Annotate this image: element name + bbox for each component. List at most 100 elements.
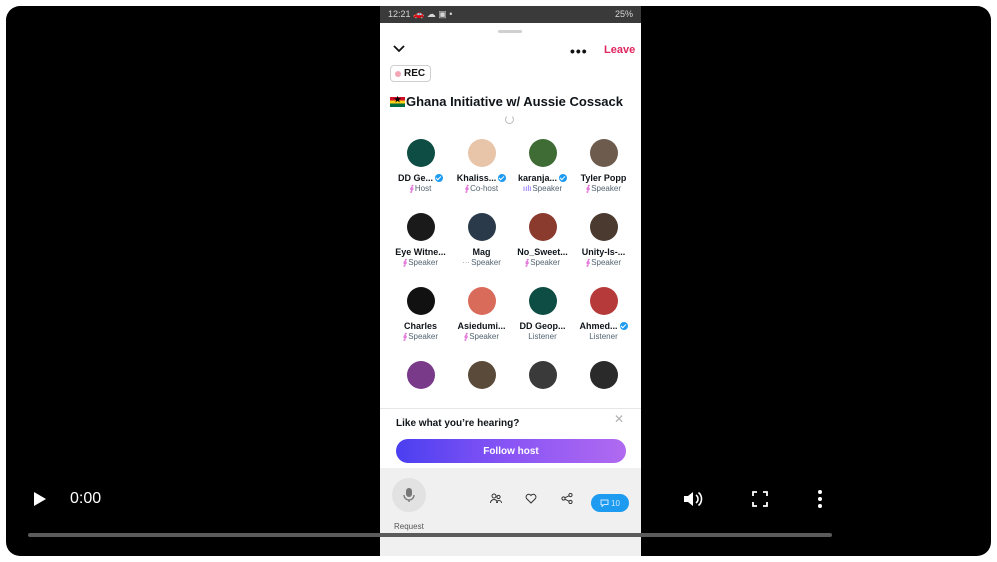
avatar — [589, 361, 618, 389]
rec-label: REC — [404, 68, 426, 79]
participant-role-text: Co-host — [470, 184, 499, 193]
follow-prompt-text: Like what you’re hearing? — [396, 418, 520, 429]
avatar — [528, 361, 557, 389]
participant-role: ∮Host — [390, 184, 451, 193]
verified-badge-icon — [619, 322, 628, 330]
avatar — [589, 213, 618, 241]
participant-role: ∮Speaker — [512, 258, 573, 267]
participant-name: Asiedumi... — [451, 321, 512, 331]
participant-item[interactable]: DD Geop... Listener — [512, 287, 573, 341]
participant-name: DD Ge... — [390, 173, 451, 183]
avatar — [467, 139, 496, 167]
speaking-mic-icon: ∮ — [409, 184, 414, 193]
speaking-mic-icon: ∮ — [403, 258, 408, 267]
participant-name-text: Eye Witne... — [395, 247, 446, 257]
space-title: Ghana Initiative w/ Aussie Cossack — [390, 94, 623, 109]
participant-role: Listener — [512, 332, 573, 341]
battery-percent: 25% — [614, 9, 633, 19]
participant-name-text: Asiedumi... — [457, 321, 506, 331]
participant-role-text: Speaker — [408, 258, 438, 267]
participant-role: ∮Speaker — [390, 332, 451, 341]
participant-role: ∮Speaker — [573, 258, 634, 267]
time-display: 0:00 — [70, 490, 102, 507]
participant-role: Listener — [573, 332, 634, 341]
avatar — [528, 287, 557, 315]
participant-name: Eye Witne... — [390, 247, 451, 257]
speaking-mic-icon: ∮ — [586, 258, 591, 267]
space-title-text: Ghana Initiative w/ Aussie Cossack — [406, 94, 623, 109]
leave-button[interactable]: Leave — [604, 44, 635, 56]
participant-name-text: Tyler Popp — [580, 173, 627, 183]
avatar — [528, 139, 557, 167]
participant-item[interactable]: DD Ge... ∮Host — [390, 139, 451, 193]
speaking-mic-icon: ∮ — [586, 184, 591, 193]
follow-host-button[interactable]: Follow host — [396, 439, 626, 463]
avatar — [406, 287, 435, 315]
participant-name-text: DD Geop... — [519, 321, 566, 331]
chevron-down-icon[interactable] — [392, 42, 406, 56]
sheet-grabber[interactable] — [498, 30, 522, 33]
participant-role: ∮Co-host — [451, 184, 512, 193]
avatar — [467, 287, 496, 315]
participant-item[interactable]: No_Sweet... ∮Speaker — [512, 213, 573, 267]
rec-dot-icon — [395, 70, 401, 77]
participant-role-text: Speaker — [530, 258, 560, 267]
avatar — [467, 213, 496, 241]
video-player[interactable]: 12:21 🚗 ☁ ▣ • 25% ••• Leave REC Ghana In… — [6, 6, 991, 556]
more-vertical-icon[interactable] — [816, 488, 824, 510]
participant-role-text: Speaker — [591, 184, 621, 193]
avatar — [406, 139, 435, 167]
participant-item[interactable]: karanja... ıılıSpeaker — [512, 139, 573, 193]
participant-role-text: Speaker — [408, 332, 438, 341]
participant-name: No_Sweet... — [512, 247, 573, 257]
participant-name-text: DD Ge... — [397, 173, 433, 183]
status-bar: 12:21 🚗 ☁ ▣ • 25% — [380, 6, 641, 23]
speaking-mic-icon: ∮ — [525, 258, 530, 267]
avatar — [406, 213, 435, 241]
participant-role: ∮Speaker — [573, 184, 634, 193]
participant-name: karanja... — [512, 173, 573, 183]
avatar — [589, 287, 618, 315]
speaking-mic-icon: ∮ — [403, 332, 408, 341]
participant-role-text: Speaker — [469, 332, 499, 341]
player-controls: 0:00 — [6, 484, 991, 524]
participant-item[interactable]: Ahmed... Listener — [573, 287, 634, 341]
participant-name: Tyler Popp — [573, 173, 634, 183]
participant-name: Khaliss... — [451, 173, 512, 183]
participant-name-text: No_Sweet... — [517, 247, 568, 257]
play-icon[interactable] — [34, 492, 46, 506]
close-icon[interactable]: ✕ — [614, 412, 624, 426]
participant-name-text: Unity-Is-... — [581, 247, 626, 257]
participant-name: Mag — [451, 247, 512, 257]
participant-name-text: Khaliss... — [456, 173, 497, 183]
participant-item[interactable]: Mag ···Speaker — [451, 213, 512, 267]
participant-name: Unity-Is-... — [573, 247, 634, 257]
participant-role-text: Host — [414, 184, 432, 193]
fullscreen-icon[interactable] — [751, 490, 769, 508]
participant-role-text: Listener — [589, 332, 618, 341]
speaking-mic-icon: ∮ — [464, 332, 469, 341]
participant-name-text: karanja... — [517, 173, 558, 183]
dots-icon: ··· — [462, 258, 471, 267]
participant-role-text: Speaker — [591, 258, 621, 267]
phone-screen: 12:21 🚗 ☁ ▣ • 25% ••• Leave REC Ghana In… — [380, 6, 641, 556]
participant-role: ∮Speaker — [451, 332, 512, 341]
loading-spinner-icon — [505, 115, 514, 124]
participant-item[interactable]: Eye Witne... ∮Speaker — [390, 213, 451, 267]
participant-item[interactable]: Asiedumi... ∮Speaker — [451, 287, 512, 341]
participant-item[interactable]: Tyler Popp ∮Speaker — [573, 139, 634, 193]
avatar — [528, 213, 557, 241]
participant-role: ···Speaker — [451, 258, 512, 267]
verified-badge-icon — [498, 174, 507, 182]
participant-item[interactable]: Charles ∮Speaker — [390, 287, 451, 341]
status-left-icons: 🚗 ☁ ▣ • — [413, 9, 453, 19]
avatar — [589, 139, 618, 167]
participant-item[interactable]: Unity-Is-... ∮Speaker — [573, 213, 634, 267]
progress-bar[interactable] — [28, 533, 832, 537]
participant-item[interactable]: Khaliss... ∮Co-host — [451, 139, 512, 193]
avatar — [406, 361, 435, 389]
volume-icon[interactable] — [682, 489, 704, 509]
participant-role-text: Speaker — [532, 184, 563, 193]
more-options-button[interactable]: ••• — [570, 43, 588, 59]
speaking-mic-icon: ∮ — [464, 184, 470, 193]
